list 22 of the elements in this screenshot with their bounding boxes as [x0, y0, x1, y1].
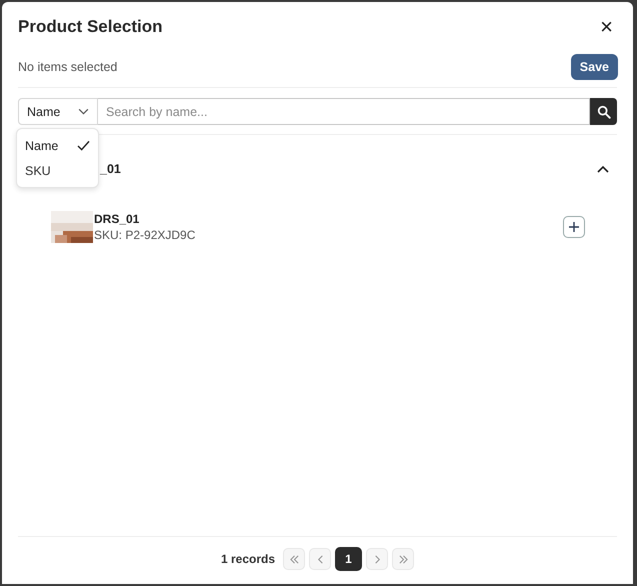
search-field[interactable]: Search by name... [98, 98, 590, 125]
dropdown-item[interactable]: Name [17, 133, 98, 158]
add-button[interactable] [563, 216, 585, 238]
record-count: 1 records [220, 552, 276, 566]
double-chevron-right-icon [398, 554, 409, 564]
checkmark-icon [77, 140, 90, 151]
plus-icon [569, 222, 579, 232]
dropdown-item[interactable]: SKU [17, 158, 98, 183]
product-name: DRS_01 [94, 212, 140, 226]
save-button[interactable]: Save [570, 54, 618, 80]
collapse-button[interactable] [595, 163, 611, 175]
page-button[interactable]: 1 [335, 547, 362, 571]
search-field-select[interactable]: Name [18, 98, 98, 125]
search-button[interactable] [590, 98, 617, 125]
double-chevron-left-icon [288, 554, 300, 564]
chevron-down-icon [78, 108, 89, 115]
search-icon [596, 104, 610, 118]
product-sku: SKU: P2-92XJD9C [94, 228, 196, 242]
dialog-title: Product Selection [18, 17, 163, 37]
selection-summary: No items selected [18, 60, 118, 74]
close-button[interactable]: × [596, 17, 617, 37]
group-title: _01 [100, 162, 121, 176]
